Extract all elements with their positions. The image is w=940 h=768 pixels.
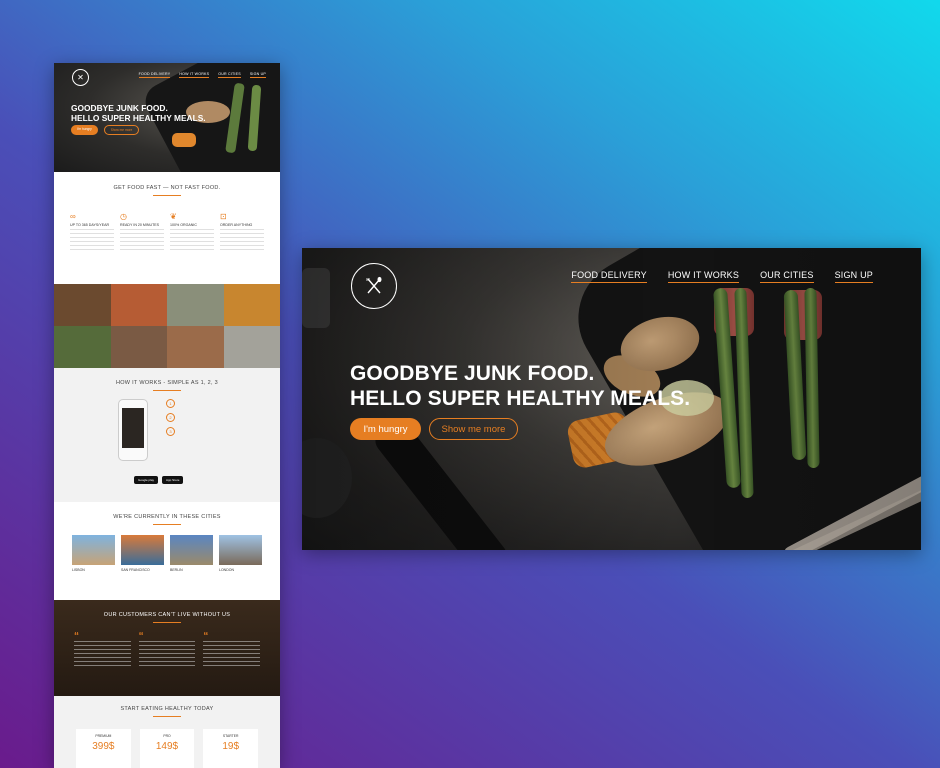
mockup-logo-icon: ✕	[72, 69, 89, 86]
mockup-primary-button[interactable]: I'm hungry	[71, 125, 98, 135]
plan-card: PRO 149$	[139, 729, 195, 768]
app-store-badge[interactable]: App Store	[162, 476, 184, 484]
nav-how-it-works[interactable]: HOW IT WORKS	[667, 270, 740, 283]
mockup-nav-item[interactable]: FOOD DELIVERY	[138, 72, 171, 78]
mockup-pricing: START EATING HEALTHY TODAY PREMIUM 399$ P…	[54, 696, 280, 768]
mockup-food-gallery	[54, 284, 280, 368]
hero-section: FOOD DELIVERY HOW IT WORKS OUR CITIES SI…	[302, 248, 921, 550]
fork-spoon-icon	[366, 276, 382, 294]
plan-card: PREMIUM 399$	[76, 729, 131, 768]
mockup-nav: FOOD DELIVERY HOW IT WORKS OUR CITIES SI…	[138, 72, 266, 78]
mockup-feature: ⊡ ORDER ANYTHING	[220, 212, 264, 251]
headline-line-1: GOODBYE JUNK FOOD.	[350, 362, 595, 385]
logo-icon[interactable]	[351, 263, 397, 309]
mockup-intro-section: GET FOOD FAST — NOT FAST FOOD. ∞ UP TO 36…	[54, 172, 280, 284]
nav-sign-up[interactable]: SIGN UP	[834, 270, 873, 283]
mockup-cities-section: WE'RE CURRENTLY IN THESE CITIES LISBON S…	[54, 502, 280, 600]
quote-icon: “	[138, 631, 144, 642]
mockup-testimonials: OUR CUSTOMERS CAN'T LIVE WITHOUT US “ “ …	[54, 600, 280, 696]
im-hungry-button[interactable]: I'm hungry	[350, 418, 421, 440]
nav-food-delivery[interactable]: FOOD DELIVERY	[571, 270, 647, 283]
phone-image	[118, 399, 148, 461]
google-play-badge[interactable]: Google play	[134, 476, 159, 484]
main-nav: FOOD DELIVERY HOW IT WORKS OUR CITIES SI…	[571, 270, 873, 283]
nav-our-cities[interactable]: OUR CITIES	[760, 270, 814, 283]
mockup-nav-item[interactable]: HOW IT WORKS	[179, 72, 210, 78]
quote-icon: “	[203, 631, 209, 642]
hero-headline: GOODBYE JUNK FOOD. HELLO SUPER HEALTHY M…	[350, 361, 690, 411]
leaf-icon: ❦	[170, 212, 177, 221]
mockup-how-it-works: HOW IT WORKS - SIMPLE AS 1, 2, 3 1 2 3 G…	[54, 368, 280, 502]
quote-icon: “	[74, 631, 79, 642]
mockup-nav-item[interactable]: OUR CITIES	[218, 72, 241, 78]
mockup-hero: ✕ FOOD DELIVERY HOW IT WORKS OUR CITIES …	[54, 63, 280, 172]
headline-line-2: HELLO SUPER HEALTHY MEALS.	[350, 387, 691, 410]
cart-icon: ⊡	[220, 212, 227, 221]
mockup-nav-item[interactable]: SIGN UP	[249, 72, 266, 78]
mockup-feature: ∞ UP TO 365 DAYS/YEAR	[70, 212, 114, 251]
plan-card: STARTER 19$	[203, 729, 259, 768]
mockup-section-title: GET FOOD FAST — NOT FAST FOOD.	[113, 185, 221, 191]
mockup-secondary-button[interactable]: Show me more	[103, 125, 140, 135]
mockup-feature: ❦ 100% ORGANIC	[170, 212, 214, 251]
show-me-more-button[interactable]: Show me more	[429, 418, 518, 440]
stopwatch-icon: ◷	[120, 212, 127, 221]
mockup-feature: ◷ READY IN 20 MINUTES	[120, 212, 164, 251]
infinity-icon: ∞	[70, 212, 76, 221]
mockup-headline: GOODBYE JUNK FOOD. HELLO SUPER HEALTHY M…	[71, 103, 206, 123]
page-mockup: ✕ FOOD DELIVERY HOW IT WORKS OUR CITIES …	[54, 63, 280, 768]
